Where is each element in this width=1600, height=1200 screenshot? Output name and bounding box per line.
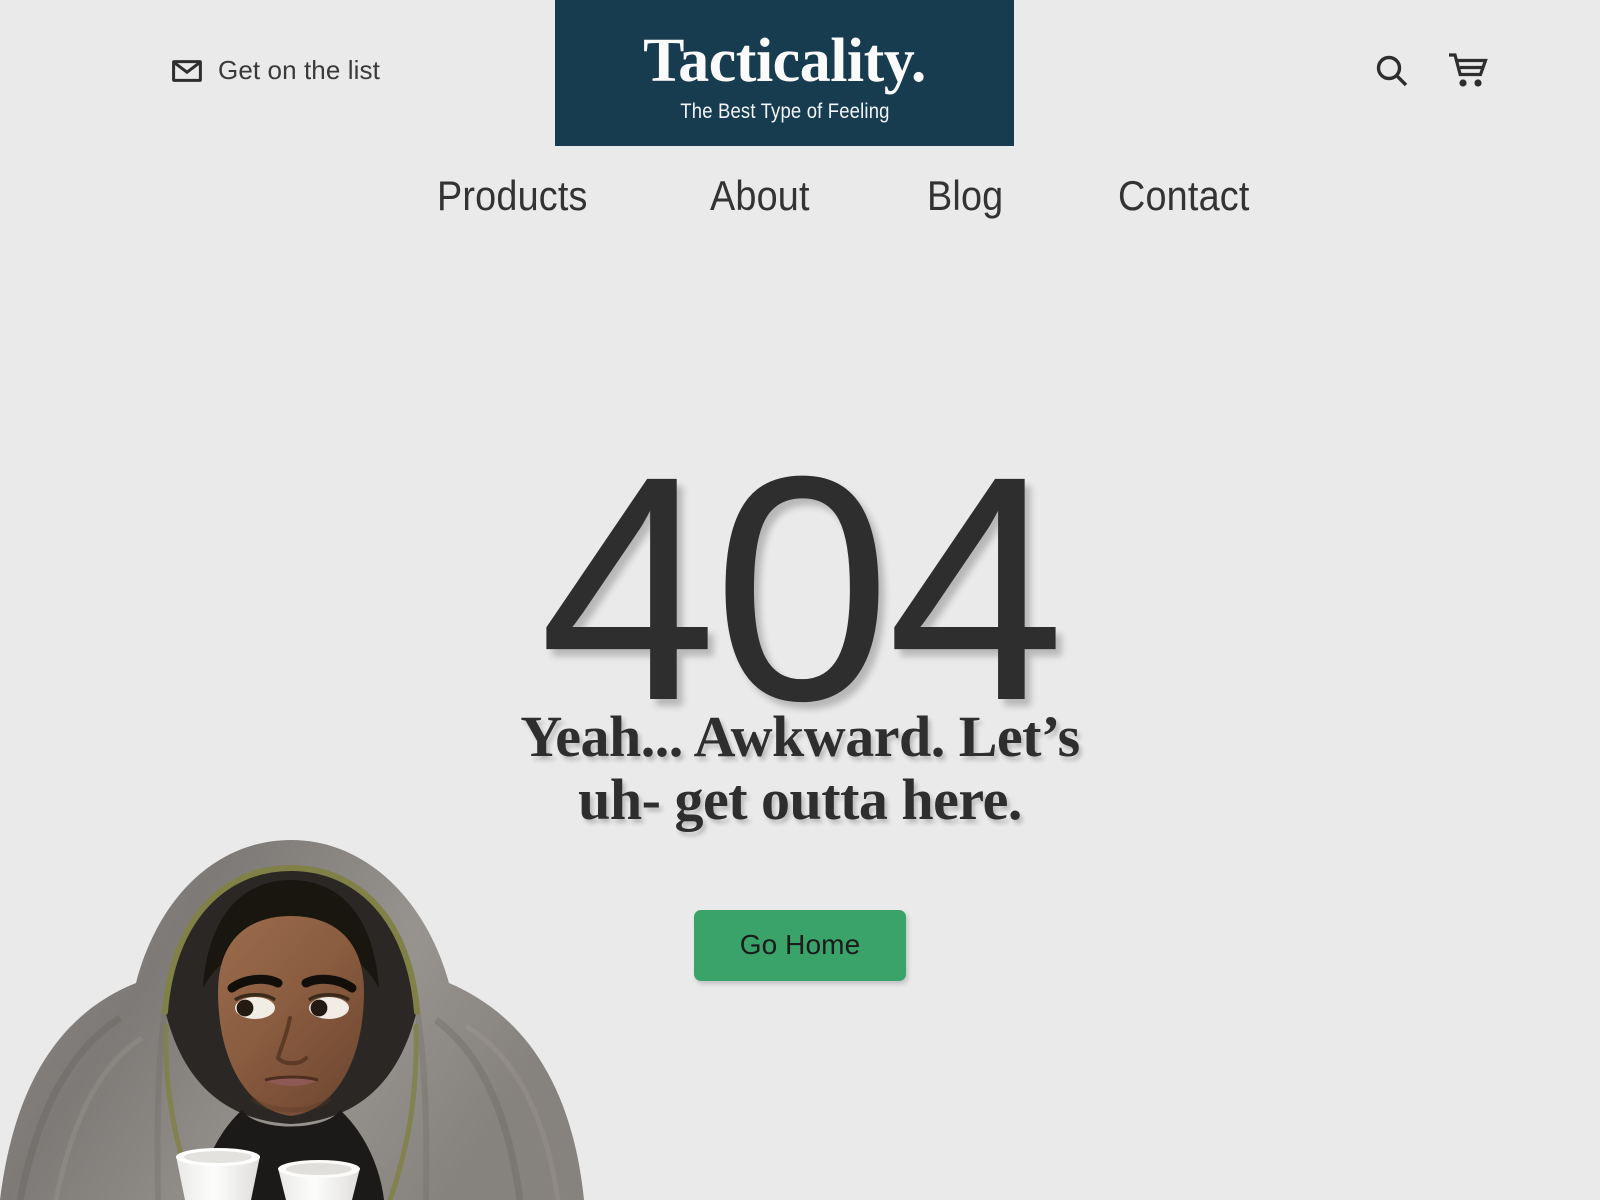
search-button[interactable]	[1372, 52, 1412, 92]
site-header: Get on the list Tacticality. The Best Ty…	[0, 0, 1600, 146]
cta-container: Go Home	[0, 910, 1600, 981]
go-home-button[interactable]: Go Home	[693, 910, 907, 981]
error-subtitle-line-2: uh- get outta here.	[578, 766, 1022, 832]
nav-item-contact[interactable]: Contact	[1118, 172, 1250, 220]
get-on-the-list-link[interactable]: Get on the list	[172, 55, 380, 86]
cups	[176, 1148, 360, 1200]
hooded-person-photo	[0, 780, 660, 1200]
error-subtitle: Yeah... Awkward. Let’s uh- get outta her…	[0, 704, 1600, 832]
shopping-cart-icon	[1447, 51, 1489, 94]
nav-items: Products About Blog Contact	[437, 172, 1264, 220]
error-subtitle-line-1: Yeah... Awkward. Let’s	[520, 704, 1080, 769]
mail-envelope-icon	[172, 59, 202, 83]
nav-item-about[interactable]: About	[710, 172, 810, 220]
nav-item-blog[interactable]: Blog	[927, 172, 1003, 220]
logo-block[interactable]: Tacticality. The Best Type of Feeling	[555, 0, 1014, 146]
main-navigation: Products About Blog Contact	[0, 172, 1600, 234]
search-icon	[1372, 51, 1412, 94]
cart-button[interactable]	[1448, 52, 1488, 92]
header-actions	[1372, 52, 1488, 92]
error-code-404: 404	[539, 409, 1065, 767]
nav-item-products[interactable]: Products	[437, 172, 588, 220]
logo-title: Tacticality.	[643, 27, 926, 95]
get-on-the-list-label: Get on the list	[218, 55, 380, 85]
logo-tagline: The Best Type of Feeling	[679, 100, 890, 123]
